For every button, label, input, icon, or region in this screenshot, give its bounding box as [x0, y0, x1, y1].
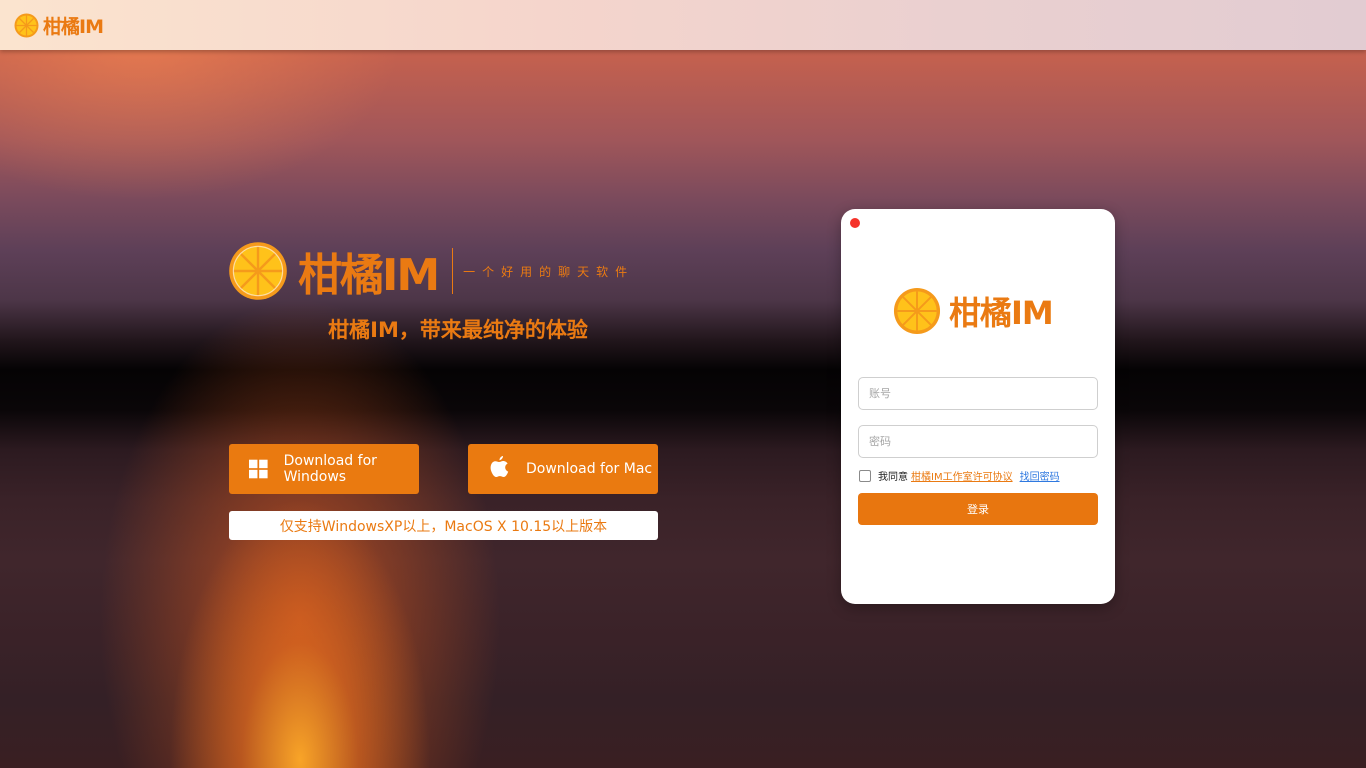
- hero-tagline: 一个好用的聊天软件: [463, 264, 635, 279]
- hero-brand: 柑橘IM: [298, 250, 440, 301]
- close-dot-icon[interactable]: [850, 218, 860, 228]
- orange-logo-icon[interactable]: [14, 13, 39, 38]
- login-card: 柑橘IM 我同意 柑橘IM工作室许可协议 找回密码 登录: [841, 209, 1115, 604]
- orange-logo-icon: [893, 287, 941, 335]
- download-mac-button[interactable]: Download for Mac: [468, 444, 658, 494]
- hero-divider: [452, 248, 454, 294]
- support-note: 仅支持WindowsXP以上，MacOS X 10.15以上版本: [229, 511, 658, 540]
- card-logo-row: 柑橘IM: [893, 287, 1054, 335]
- apple-icon: [490, 456, 509, 477]
- top-header: 柑橘IM: [0, 0, 1366, 50]
- windows-icon: [249, 459, 268, 479]
- forgot-password-link[interactable]: 找回密码: [1020, 468, 1060, 483]
- header-brand: 柑橘IM: [43, 15, 104, 38]
- orange-logo-icon: [229, 242, 287, 300]
- agreement-row: 我同意 柑橘IM工作室许可协议 找回密码: [859, 468, 1060, 483]
- hero-logo-row: 柑橘IM 一个好用的聊天软件: [228, 240, 634, 302]
- agree-checkbox[interactable]: [859, 469, 871, 482]
- agree-text: 我同意: [878, 472, 908, 483]
- card-brand: 柑橘IM: [949, 294, 1054, 332]
- download-windows-label: Download for Windows: [283, 453, 377, 485]
- account-input[interactable]: [858, 377, 1098, 410]
- download-windows-button[interactable]: Download for Windows: [229, 444, 419, 494]
- download-mac-label: Download for Mac: [526, 461, 653, 477]
- login-button[interactable]: 登录: [858, 493, 1098, 525]
- password-input[interactable]: [858, 425, 1098, 458]
- hero-slogan: 柑橘IM，带来最纯净的体验: [328, 318, 588, 342]
- license-link[interactable]: 柑橘IM工作室许可协议: [911, 468, 1013, 483]
